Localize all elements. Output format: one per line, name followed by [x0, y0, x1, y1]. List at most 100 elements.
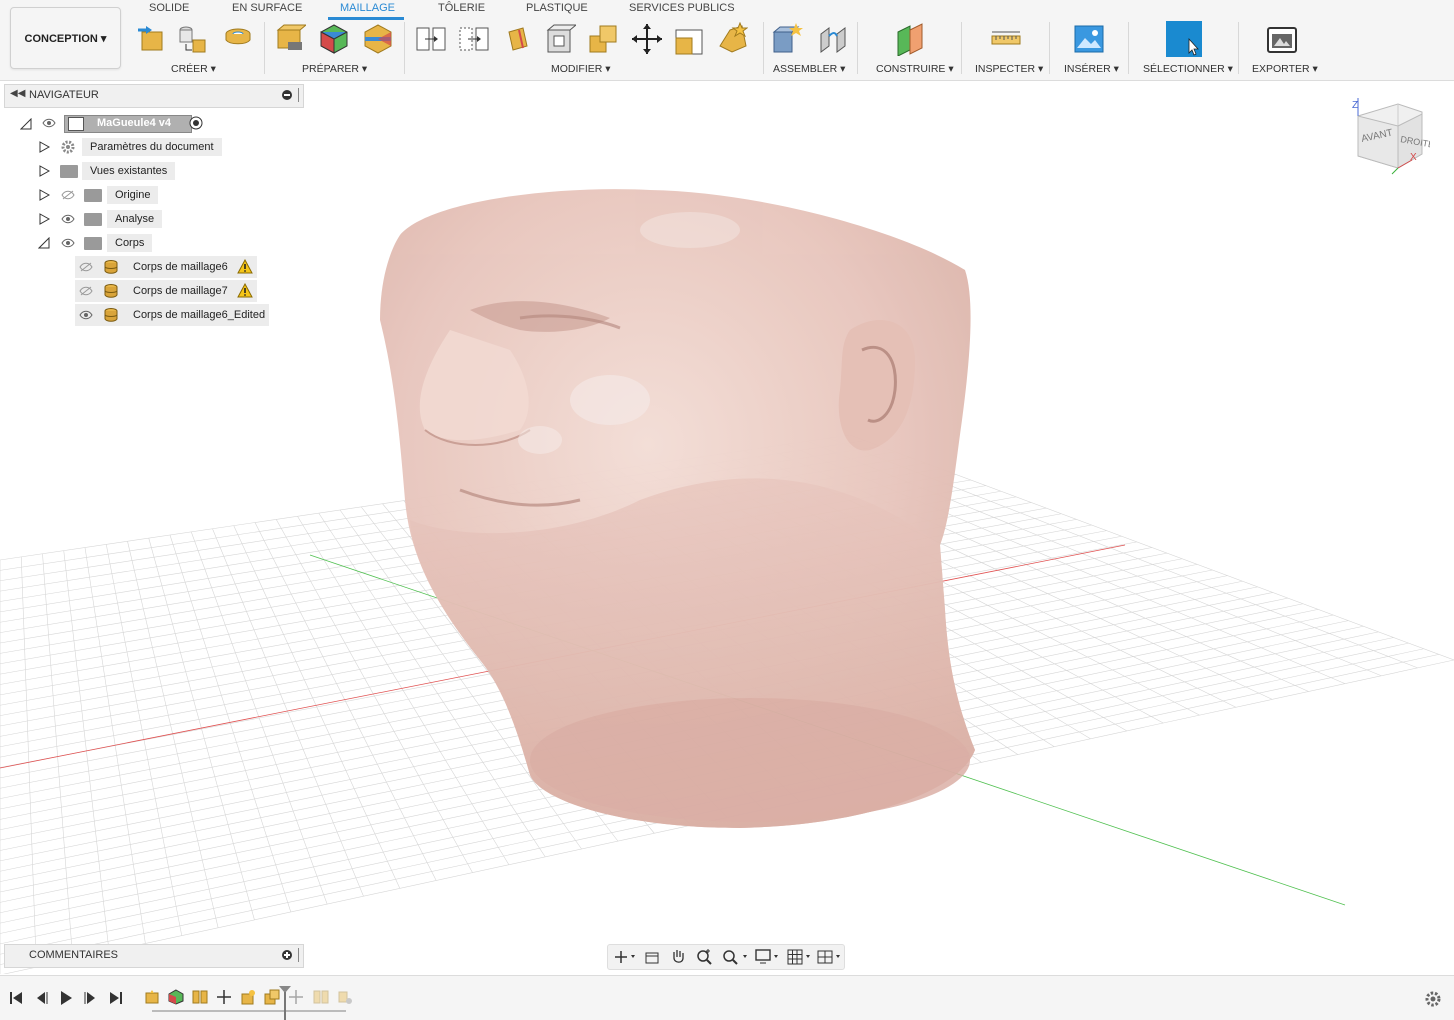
timeline-bar [0, 975, 1454, 1020]
group-modifier-label[interactable]: MODIFIER ▾ [551, 63, 611, 75]
measure-icon[interactable] [990, 22, 1022, 56]
hidden-eye-icon[interactable] [79, 262, 93, 272]
timeline-settings-gear-icon[interactable] [1424, 990, 1442, 1008]
timeline-remesh-icon[interactable] [313, 989, 329, 1005]
expand-triangle-icon[interactable] [38, 213, 50, 225]
visibility-eye-icon[interactable] [42, 118, 56, 128]
tree-item-document-settings[interactable]: Paramètres du document [82, 136, 222, 158]
plane-cut-icon[interactable] [503, 22, 535, 56]
grid-settings-icon[interactable] [786, 948, 814, 966]
tree-item-named-views[interactable]: Vues existantes [82, 160, 176, 182]
select-tool-icon[interactable] [1166, 21, 1202, 57]
generate-face-groups-icon[interactable] [274, 22, 308, 56]
collapse-triangle-icon[interactable] [38, 237, 50, 249]
tree-item-origin[interactable]: Origine [107, 184, 159, 206]
group-exporter-label[interactable]: EXPORTER ▾ [1252, 63, 1318, 75]
shell-icon[interactable] [544, 22, 578, 56]
component-icon [68, 117, 84, 131]
navigation-toolbar [607, 944, 845, 970]
warning-icon[interactable] [237, 259, 253, 274]
hidden-eye-icon[interactable] [79, 286, 93, 296]
group-inserer-label[interactable]: INSÉRER ▾ [1064, 63, 1119, 75]
visibility-eye-icon[interactable] [61, 214, 75, 224]
viewport-canvas[interactable] [0, 81, 1454, 974]
joint-icon[interactable] [817, 22, 849, 56]
go-to-start-icon[interactable] [8, 990, 24, 1006]
timeline-remesh-icon[interactable] [192, 989, 208, 1005]
tab-maillage[interactable]: MAILLAGE [340, 2, 395, 14]
new-component-icon[interactable] [772, 22, 804, 56]
visibility-eye-icon[interactable] [79, 310, 93, 320]
look-at-icon[interactable] [644, 949, 660, 965]
tab-solide[interactable]: SOLIDE [149, 2, 189, 14]
group-assembler-label[interactable]: ASSEMBLER ▾ [773, 63, 845, 75]
folder-icon [84, 189, 102, 202]
tree-item-analysis[interactable]: Analyse [107, 208, 163, 230]
step-back-icon[interactable] [33, 990, 49, 1006]
timeline-insert-mesh-icon[interactable] [144, 989, 160, 1005]
group-construire-label[interactable]: CONSTRUIRE ▾ [876, 63, 954, 75]
add-comment-icon[interactable] [282, 950, 292, 960]
tab-services-publics[interactable]: SERVICES PUBLICS [629, 2, 735, 14]
mesh-section-icon[interactable] [362, 22, 394, 56]
timeline-smooth-icon[interactable] [337, 989, 353, 1005]
root-component-row[interactable]: MaGueule4 v4 [64, 115, 192, 133]
reduce-icon[interactable] [458, 22, 490, 56]
panel-resize-handle[interactable] [298, 88, 299, 102]
insert-mesh-icon[interactable] [136, 22, 168, 56]
activate-radio-icon[interactable] [189, 116, 203, 130]
viewports-icon[interactable] [816, 948, 844, 966]
collapse-panel-icon[interactable]: ◀◀ [10, 88, 25, 99]
timeline-move-icon[interactable] [288, 989, 304, 1005]
tab-tolerie[interactable]: TÔLERIE [438, 2, 485, 14]
export-icon[interactable] [1266, 22, 1298, 56]
group-preparer-label[interactable]: PRÉPARER ▾ [302, 63, 367, 75]
move-icon[interactable] [631, 22, 663, 56]
workspace-switcher-button[interactable]: CONCEPTION ▾ [10, 7, 121, 69]
offset-plane-icon[interactable] [896, 22, 928, 57]
remesh-icon[interactable] [415, 22, 447, 56]
tessellate-icon[interactable] [222, 22, 254, 56]
navigator-minimize-icon[interactable] [282, 90, 292, 100]
expand-triangle-icon[interactable] [38, 165, 50, 177]
insert-image-icon[interactable] [1073, 22, 1105, 56]
timeline-convert-icon[interactable] [240, 989, 256, 1005]
combine-icon[interactable] [588, 22, 620, 56]
warning-icon[interactable] [237, 283, 253, 298]
timeline-face-group-icon[interactable] [168, 989, 184, 1005]
tree-item-label: Corps [107, 234, 153, 252]
create-form-mesh-icon[interactable] [177, 22, 209, 56]
mesh-body-label: Corps de maillage7 [133, 285, 228, 297]
pan-hand-icon[interactable] [670, 948, 686, 966]
visibility-eye-icon[interactable] [61, 238, 75, 248]
scale-icon[interactable] [674, 22, 706, 56]
tree-item-label: Vues existantes [82, 162, 176, 180]
expand-triangle-icon[interactable] [38, 141, 50, 153]
combine-face-groups-icon[interactable] [318, 22, 350, 56]
orbit-icon[interactable] [613, 949, 635, 965]
group-inspecter-label[interactable]: INSPECTER ▾ [975, 63, 1043, 75]
zoom-window-icon[interactable] [721, 948, 749, 966]
tree-item-bodies[interactable]: Corps [107, 232, 153, 254]
comments-title: COMMENTAIRES [29, 949, 119, 961]
go-to-end-icon[interactable] [108, 990, 124, 1006]
hidden-eye-icon[interactable] [61, 190, 75, 200]
view-cube[interactable]: AVANT DROITE Z X [1350, 96, 1435, 178]
panel-resize-handle[interactable] [298, 948, 299, 962]
viewcube-x-label: X [1410, 152, 1417, 163]
tab-en-surface[interactable]: EN SURFACE [232, 2, 302, 14]
tree-item-label: Analyse [107, 210, 163, 228]
expand-triangle-icon[interactable] [38, 189, 50, 201]
folder-icon [60, 165, 78, 178]
display-settings-icon[interactable] [754, 948, 782, 966]
step-forward-icon[interactable] [83, 990, 99, 1006]
collapse-triangle-icon[interactable] [20, 118, 32, 130]
convert-mesh-icon[interactable] [716, 21, 749, 56]
play-icon[interactable] [58, 990, 74, 1006]
mesh-body-icon [104, 260, 118, 274]
zoom-icon[interactable] [695, 948, 713, 966]
group-creer-label[interactable]: CRÉER ▾ [171, 63, 216, 75]
group-selectionner-label[interactable]: SÉLECTIONNER ▾ [1143, 63, 1233, 75]
timeline-move-icon[interactable] [216, 989, 232, 1005]
tab-plastique[interactable]: PLASTIQUE [526, 2, 588, 14]
